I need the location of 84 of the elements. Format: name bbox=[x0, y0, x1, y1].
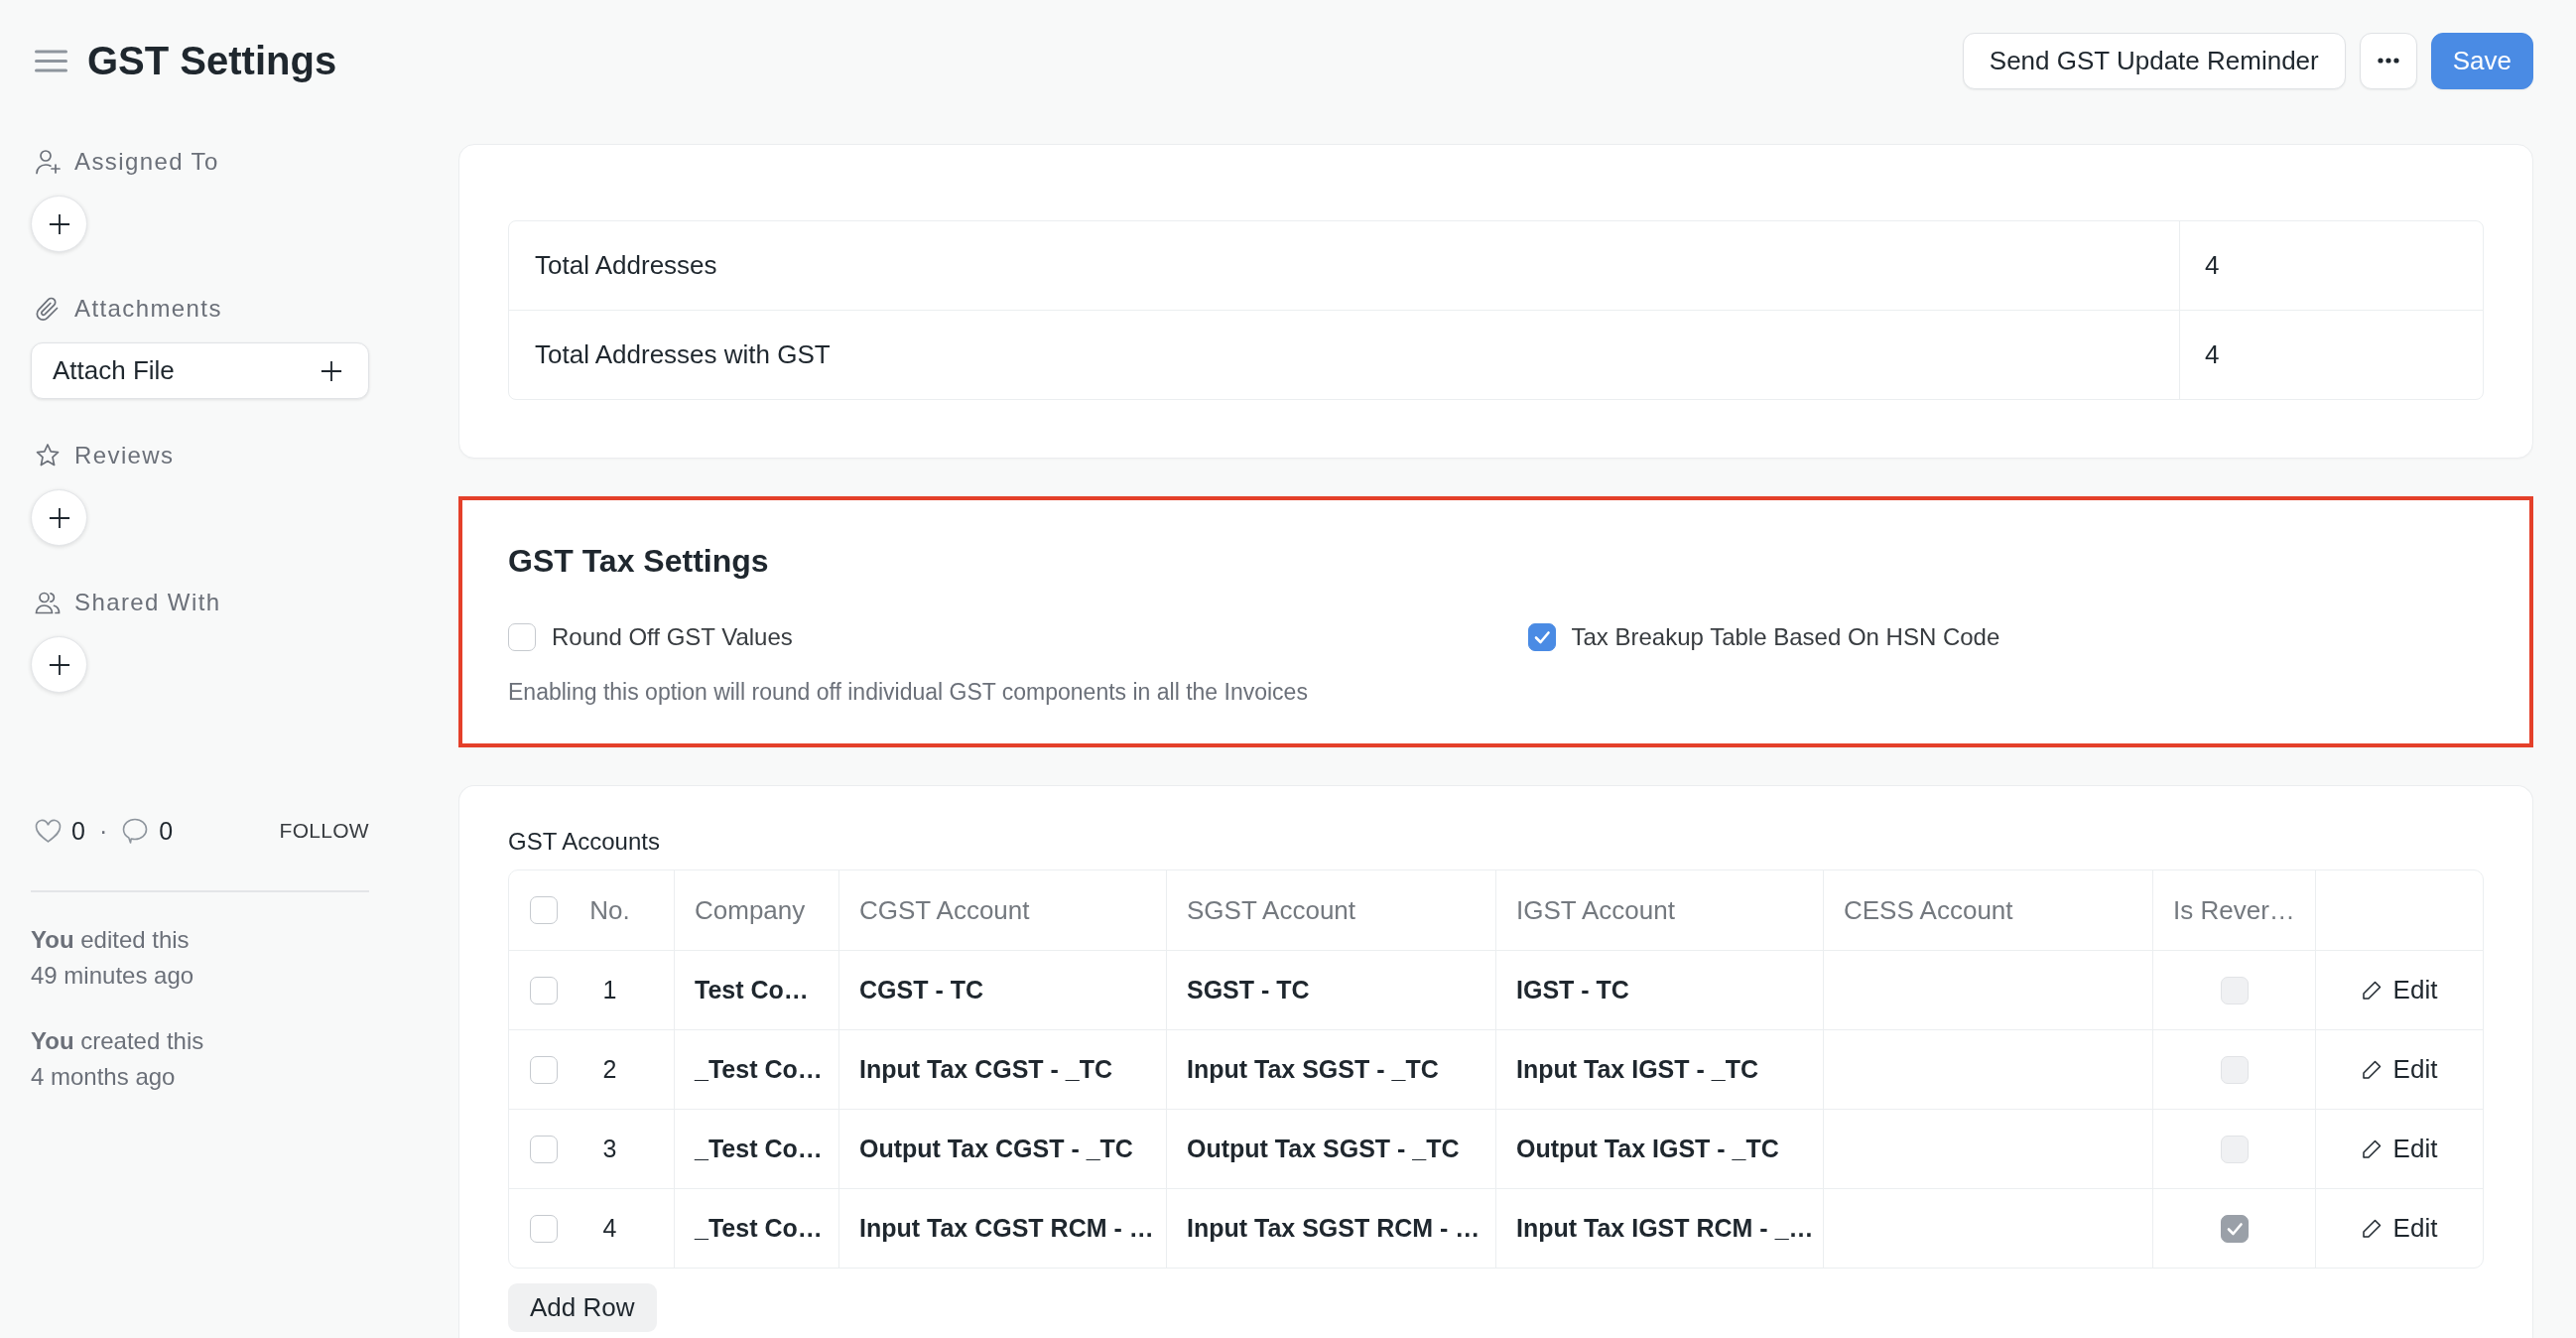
checkbox[interactable] bbox=[530, 896, 558, 924]
menu-icon[interactable] bbox=[35, 49, 67, 72]
header-cell: Is Rever… bbox=[2153, 870, 2316, 950]
page-title: GST Settings bbox=[87, 38, 337, 84]
header-cell: SGST Account bbox=[1167, 870, 1496, 950]
table-cell: Total Addresses bbox=[509, 221, 2180, 310]
table-cell: Output Tax IGST - _TC bbox=[1496, 1110, 1824, 1188]
separator-text: · bbox=[98, 816, 108, 846]
header-cell: CESS Account bbox=[1824, 870, 2153, 950]
header-cell: IGST Account bbox=[1496, 870, 1824, 950]
attach-file-button[interactable]: Attach File bbox=[31, 342, 369, 399]
row-number: 3 bbox=[601, 1135, 618, 1163]
paperclip-icon bbox=[35, 296, 61, 322]
help-text: Enabling this option will round off individual GST components in all the Invoices bbox=[508, 678, 1309, 707]
edit-button[interactable]: Edit bbox=[2361, 1213, 2438, 1244]
table-cell: _Test Co… bbox=[675, 1110, 839, 1188]
follow-link[interactable]: FOLLOW bbox=[279, 819, 369, 843]
plus-icon bbox=[321, 359, 342, 382]
send-reminder-button[interactable]: Send GST Update Reminder bbox=[1962, 32, 2346, 89]
row-checkbox[interactable] bbox=[530, 1055, 558, 1084]
add-button[interactable] bbox=[31, 489, 87, 546]
table-cell: _Test Co… bbox=[675, 1189, 839, 1268]
more-icon bbox=[2377, 58, 2399, 64]
add-button[interactable] bbox=[31, 196, 87, 252]
edit-button[interactable]: Edit bbox=[2361, 1134, 2438, 1164]
checkbox-label[interactable]: Tax Breakup Table Based On HSN Code bbox=[1571, 623, 2000, 651]
activity-time: 4 months ago bbox=[31, 1062, 177, 1092]
row-number: 1 bbox=[601, 976, 618, 1004]
activity-text: You created this bbox=[31, 1026, 205, 1056]
sidebar-label: Attachments bbox=[74, 295, 222, 323]
pencil-icon bbox=[2361, 1218, 2382, 1239]
sidebar-label: Reviews bbox=[74, 442, 175, 469]
edit-button[interactable]: Edit bbox=[2361, 1054, 2438, 1085]
table-cell-text: 4 bbox=[2204, 249, 2221, 282]
table-cell-text: 4 bbox=[2204, 338, 2221, 371]
table-cell: Total Addresses with GST bbox=[509, 311, 2180, 399]
row-checkbox[interactable] bbox=[530, 1135, 558, 1163]
table-label: GST Accounts bbox=[508, 827, 661, 857]
pencil-icon bbox=[2361, 1059, 2382, 1080]
section-title: GST Tax Settings bbox=[508, 542, 770, 581]
header-cell-text: No. bbox=[588, 894, 631, 926]
table-cell: Input Tax SGST RCM - … bbox=[1167, 1189, 1496, 1268]
user-plus-icon bbox=[35, 149, 61, 175]
table-cell: Input Tax CGST - _TC bbox=[839, 1030, 1167, 1109]
check-icon bbox=[1532, 628, 1551, 646]
edit-button[interactable]: Edit bbox=[2361, 975, 2438, 1005]
table-cell: CGST - TC bbox=[839, 951, 1167, 1029]
checkbox-label[interactable]: Round Off GST Values bbox=[552, 623, 793, 651]
activity-text: You edited this bbox=[31, 925, 191, 955]
row-number: 4 bbox=[601, 1214, 618, 1243]
comment-icon[interactable] bbox=[121, 817, 150, 845]
add-button[interactable] bbox=[31, 636, 87, 693]
activity-time: 49 minutes ago bbox=[31, 961, 195, 991]
table-cell: Input Tax CGST RCM - … bbox=[839, 1189, 1167, 1268]
like-count: 0 bbox=[71, 816, 85, 846]
plus-icon bbox=[48, 212, 70, 235]
row-checkbox[interactable] bbox=[530, 1214, 558, 1243]
header-cell: Company bbox=[675, 870, 839, 950]
add-row-button[interactable]: Add Row bbox=[508, 1283, 657, 1332]
heart-icon[interactable] bbox=[35, 818, 62, 844]
star-icon bbox=[35, 443, 61, 468]
header-cell: CGST Account bbox=[839, 870, 1167, 950]
table-cell: Input Tax IGST RCM - _… bbox=[1496, 1189, 1824, 1268]
row-checkbox[interactable] bbox=[530, 976, 558, 1004]
table-cell: Test Co… bbox=[675, 951, 839, 1029]
table-cell: _Test Co… bbox=[675, 1030, 839, 1109]
table-cell: SGST - TC bbox=[1167, 951, 1496, 1029]
table-cell: Input Tax SGST - _TC bbox=[1167, 1030, 1496, 1109]
table-cell: Input Tax IGST - _TC bbox=[1496, 1030, 1824, 1109]
checkbox[interactable] bbox=[508, 623, 536, 651]
users-icon bbox=[35, 590, 61, 615]
sidebar-label: Assigned To bbox=[74, 148, 219, 176]
more-button[interactable] bbox=[2359, 32, 2417, 89]
sidebar-label: Shared With bbox=[74, 589, 221, 616]
pencil-icon bbox=[2361, 1138, 2382, 1159]
pencil-icon bbox=[2361, 980, 2382, 1001]
table-cell: IGST - TC bbox=[1496, 951, 1824, 1029]
plus-icon bbox=[48, 506, 70, 529]
comment-count: 0 bbox=[159, 816, 174, 846]
plus-icon bbox=[48, 653, 70, 676]
row-number: 2 bbox=[601, 1055, 618, 1084]
table-cell: Output Tax CGST - _TC bbox=[839, 1110, 1167, 1188]
table-cell: Output Tax SGST - _TC bbox=[1167, 1110, 1496, 1188]
checkbox[interactable] bbox=[1527, 623, 1556, 651]
